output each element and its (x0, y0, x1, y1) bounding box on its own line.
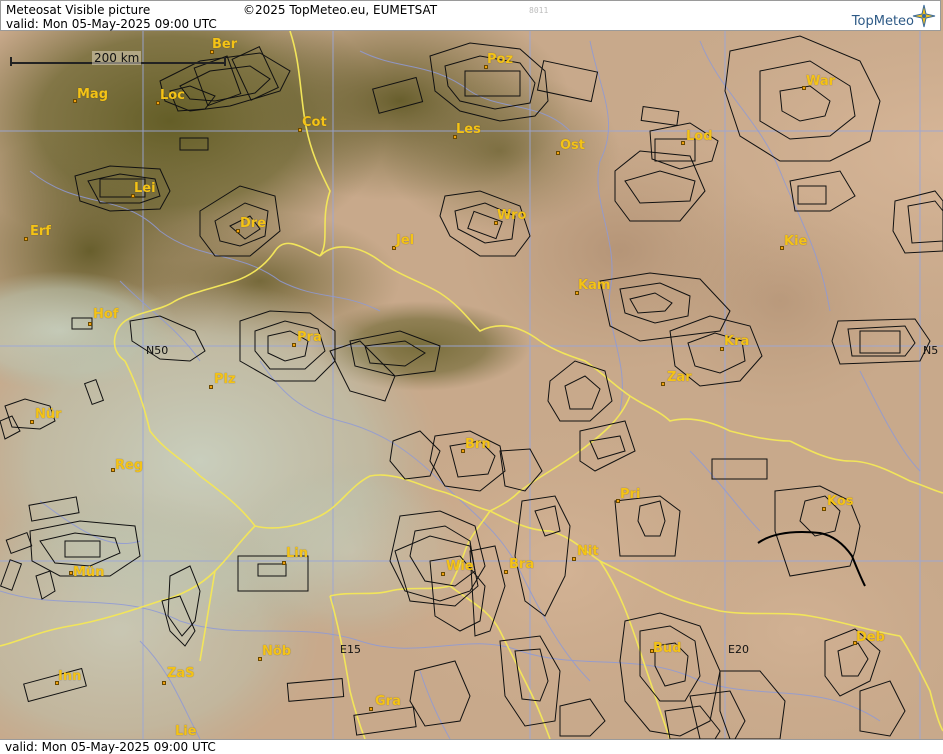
city-kielce-label[interactable]: Kie (784, 234, 807, 249)
footer-bar: valid: Mon 05-May-2025 09:00 UTC (0, 739, 943, 754)
city-linz-label[interactable]: Lin (286, 546, 308, 561)
brand-name: TopMeteo (851, 14, 914, 29)
city-vienna-label[interactable]: Wie (446, 559, 474, 574)
city-graz-label[interactable]: Gra (375, 694, 401, 709)
footer-valid-time: valid: Mon 05-May-2025 09:00 UTC (5, 740, 216, 754)
city-marker (282, 561, 286, 565)
city-marker (681, 141, 685, 145)
city-innsbruck-label[interactable]: Inn (58, 669, 81, 684)
topmeteo-logo[interactable]: TopMeteo (826, 4, 936, 30)
app-window: Meteosat Visible picture ©2025 TopMeteo.… (0, 0, 943, 754)
city-prievidza-label[interactable]: Pri (620, 487, 640, 502)
city-leipzig-label[interactable]: Lei (134, 181, 156, 196)
city-debrecen-label[interactable]: Deb (856, 630, 885, 645)
header-bar: Meteosat Visible picture ©2025 TopMeteo.… (0, 0, 941, 31)
city-lodz-label[interactable]: Lod (686, 129, 713, 144)
city-leszno-label[interactable]: Les (456, 122, 481, 137)
copyright-notice: ©2025 TopMeteo.eu, EUMETSAT (243, 3, 438, 17)
city-krakow-label[interactable]: Kra (724, 334, 749, 349)
city-marker (572, 557, 576, 561)
city-lienz-label[interactable]: Lie (175, 724, 197, 739)
city-marker (504, 570, 508, 574)
grid-label-n50-east: N5 (923, 344, 939, 357)
city-kosice-label[interactable]: Kos (827, 494, 854, 509)
city-budapest-label[interactable]: Bud (653, 641, 681, 656)
city-nitra-label[interactable]: Nit (577, 544, 599, 559)
grid-label-e15: E15 (340, 643, 361, 656)
city-brno-label[interactable]: Brn (465, 437, 491, 452)
city-marker (441, 572, 445, 576)
satellite-map[interactable]: N50 N5 E15 E20 200 km Ber Poz Mag Loc Co… (0, 31, 943, 739)
city-dresden-label[interactable]: Dre (240, 216, 266, 231)
city-marker (822, 507, 826, 511)
city-nurnberg-label[interactable]: Nür (35, 407, 62, 422)
city-jelenia-label[interactable]: Jel (396, 233, 414, 248)
city-berlin-label[interactable]: Ber (212, 37, 237, 52)
scale-bar: 200 km (10, 51, 226, 69)
city-katowice-label[interactable]: Kam (578, 278, 610, 293)
image-title: Meteosat Visible picture (6, 3, 151, 17)
city-marker (24, 237, 28, 241)
city-marker (661, 382, 665, 386)
city-bratislava-label[interactable]: Bra (509, 557, 534, 572)
city-marker (162, 681, 166, 685)
grid-label-n50-west: N50 (146, 344, 169, 357)
compass-star-icon (912, 4, 936, 28)
city-cottbus-label[interactable]: Cot (302, 115, 327, 130)
city-regensburg-label[interactable]: Reg (115, 458, 143, 473)
city-erfurt-label[interactable]: Erf (30, 224, 51, 239)
city-marker (369, 707, 373, 711)
city-magdeburg-label[interactable]: Mag (77, 87, 108, 102)
city-ostrow-label[interactable]: Ost (560, 138, 585, 153)
city-wroclaw-label[interactable]: Wro (497, 208, 526, 223)
city-hof-label[interactable]: Hof (93, 307, 118, 322)
valid-time: valid: Mon 05-May-2025 09:00 UTC (6, 17, 217, 31)
city-marker (292, 343, 296, 347)
city-marker (88, 322, 92, 326)
grid-label-e20: E20 (728, 643, 749, 656)
city-zar-label[interactable]: Zar (667, 370, 692, 385)
map-canvas (0, 31, 943, 739)
image-code: 8011 (529, 6, 549, 15)
city-warsaw-label[interactable]: War (806, 74, 835, 89)
city-munchen-label[interactable]: Mün (73, 565, 104, 580)
scale-label: 200 km (92, 51, 142, 65)
city-zas-label[interactable]: ZaS (167, 666, 195, 681)
city-marker (30, 420, 34, 424)
city-plzen-label[interactable]: Plz (214, 372, 236, 387)
city-poznan-label[interactable]: Poz (487, 52, 513, 67)
city-nob-label[interactable]: Nöb (262, 644, 291, 659)
city-prague-label[interactable]: Pra (297, 330, 322, 345)
city-marker (209, 385, 213, 389)
city-loc-label[interactable]: Loc (160, 88, 185, 103)
